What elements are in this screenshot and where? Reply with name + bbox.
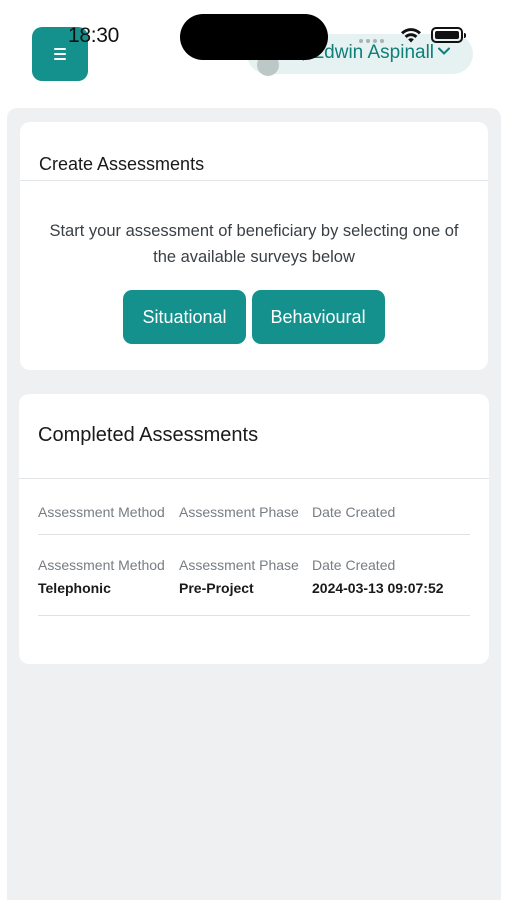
table-row[interactable]: Assessment Method Assessment Phase Date …	[38, 535, 470, 615]
status-time: 18:30	[68, 24, 120, 47]
status-icons	[399, 26, 466, 44]
cell-value-phase: Pre-Project	[179, 580, 254, 596]
cell-label-date: Date Created	[312, 557, 396, 573]
cell-label-phase: Assessment Phase	[179, 557, 299, 573]
battery-icon	[431, 27, 466, 43]
completed-assessments-title: Completed Assessments	[38, 424, 259, 446]
wifi-icon	[401, 28, 421, 43]
hamburger-menu-icon	[54, 48, 66, 60]
dynamic-island	[180, 14, 328, 60]
create-assessments-title: Create Assessments	[39, 154, 205, 174]
cell-value-method: Telephonic	[38, 580, 111, 596]
divider	[20, 180, 488, 181]
assessments-table: Assessment Method Assessment Phase Date …	[38, 504, 470, 616]
situational-button[interactable]: Situational	[123, 290, 246, 344]
divider	[19, 478, 489, 479]
create-assessments-description: Start your assessment of beneficiary by …	[49, 222, 459, 266]
cell-label-method: Assessment Method	[38, 557, 165, 573]
behavioural-button[interactable]: Behavioural	[251, 290, 385, 344]
row-separator	[38, 615, 470, 616]
column-header-phase: Assessment Phase	[179, 504, 299, 520]
completed-assessments-card: Completed Assessments Assessment Method …	[19, 394, 489, 664]
column-header-date: Date Created	[312, 504, 396, 520]
table-header-row: Assessment Method Assessment Phase Date …	[38, 504, 470, 534]
cell-value-date: 2024-03-13 09:07:52	[312, 580, 444, 596]
column-header-method: Assessment Method	[38, 504, 165, 520]
chevron-down-icon	[438, 47, 450, 55]
survey-buttons: Situational Behavioural	[20, 290, 488, 344]
main-panel: Create Assessments Start your assessment…	[7, 108, 501, 900]
create-assessments-card: Create Assessments Start your assessment…	[20, 122, 488, 370]
